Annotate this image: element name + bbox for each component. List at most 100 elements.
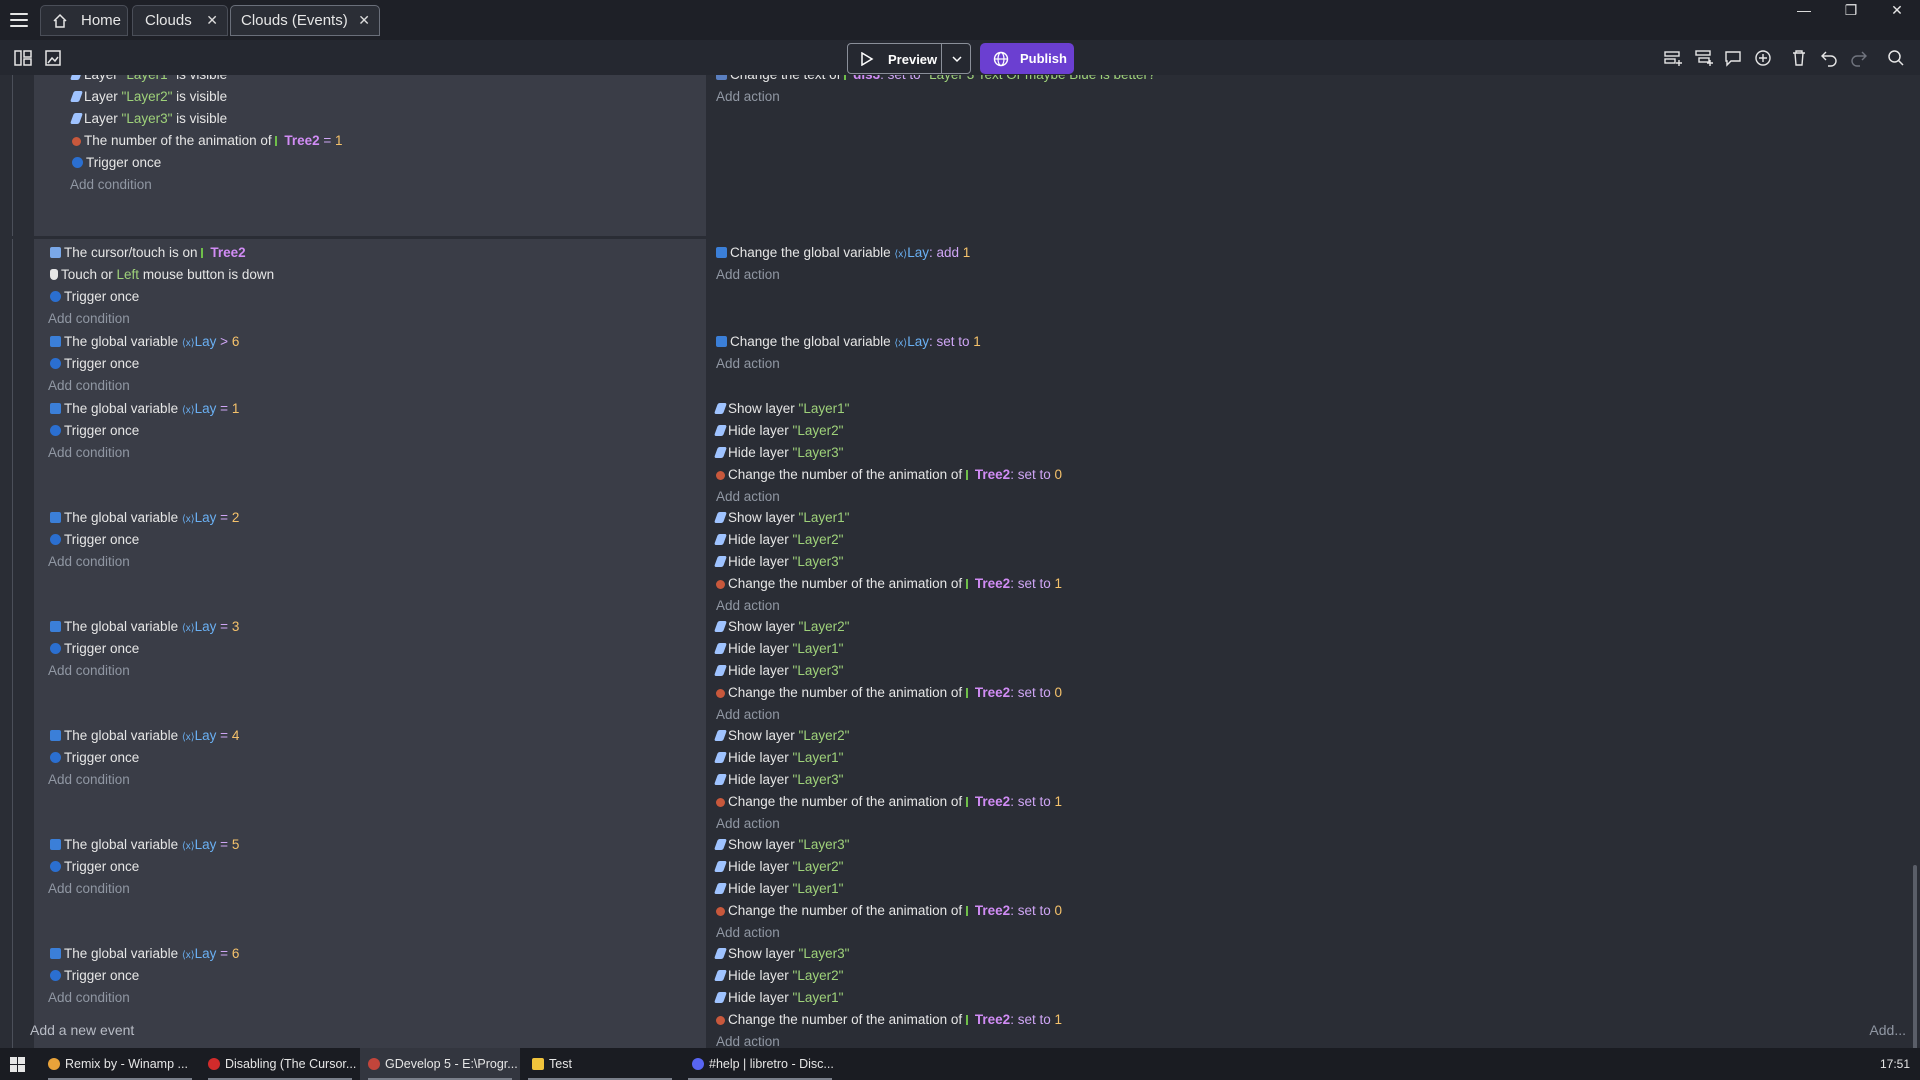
add-condition-link[interactable]: Add condition xyxy=(48,879,130,899)
action-row[interactable]: Change the number of the animation of Tr… xyxy=(716,465,1062,485)
add-condition-link[interactable]: Add condition xyxy=(48,552,130,572)
taskbar-item-winamp[interactable]: Remix by - Winamp ... xyxy=(40,1048,200,1080)
add-condition-link[interactable]: Add condition xyxy=(48,770,130,790)
text-part[interactable]: Lay xyxy=(907,334,929,349)
add-condition-link[interactable]: Add condition xyxy=(48,661,130,681)
action-row[interactable]: Hide layer "Layer3" xyxy=(713,443,843,463)
minimize-icon[interactable]: — xyxy=(1790,2,1818,22)
action-row[interactable]: Change the number of the animation of Tr… xyxy=(716,683,1062,703)
condition-row[interactable]: The global variable ⟨x⟩Lay = 4 xyxy=(50,726,239,746)
add-sub-event-icon[interactable] xyxy=(1694,48,1714,68)
event-block[interactable]: The global variable ⟨x⟩Lay = 3 Trigger on… xyxy=(12,613,1898,722)
event-sheet[interactable]: Layer "Layer1" is visibleLayer "Layer2" … xyxy=(0,75,1920,1048)
action-row[interactable]: Hide layer "Layer1" xyxy=(713,639,843,659)
condition-row[interactable]: Trigger once xyxy=(72,153,161,173)
text-part[interactable]: Tree2 xyxy=(975,467,1010,482)
action-row[interactable]: Change the number of the animation of Tr… xyxy=(716,901,1062,921)
action-row[interactable]: Show layer "Layer1" xyxy=(713,508,849,528)
condition-row[interactable]: The number of the animation of Tree2 = 1 xyxy=(72,131,343,151)
tab-clouds[interactable]: Clouds ✕ xyxy=(132,5,228,36)
action-row[interactable]: Show layer "Layer2" xyxy=(713,617,849,637)
action-row[interactable]: Show layer "Layer3" xyxy=(713,835,849,855)
text-part[interactable]: Lay xyxy=(195,946,217,961)
close-window-icon[interactable]: ✕ xyxy=(1883,2,1911,22)
conditions-panel[interactable]: The global variable ⟨x⟩Lay = 6 Trigger on… xyxy=(34,940,706,1048)
action-row[interactable]: Change the number of the animation of Tr… xyxy=(716,792,1062,812)
actions-panel[interactable]: Show layer "Layer3" Hide layer "Layer2" Hi… xyxy=(706,940,1898,1048)
condition-row[interactable]: Trigger once xyxy=(50,966,139,986)
action-row[interactable]: Show layer "Layer1" xyxy=(713,399,849,419)
actions-panel[interactable]: Show layer "Layer1" Hide layer "Layer2" Hi… xyxy=(706,395,1898,504)
menu-icon[interactable] xyxy=(8,10,30,30)
event-block[interactable]: The global variable ⟨x⟩Lay = 1 Trigger on… xyxy=(12,395,1898,504)
condition-row[interactable]: The global variable ⟨x⟩Lay = 5 xyxy=(50,835,239,855)
event-block[interactable]: The global variable ⟨x⟩Lay = 4 Trigger on… xyxy=(12,722,1898,831)
actions-panel[interactable]: Change the global variable ⟨x⟩Lay: set t… xyxy=(706,328,1898,395)
text-part[interactable]: Tree2 xyxy=(210,245,245,260)
add-event-icon[interactable] xyxy=(1663,48,1683,68)
add-action-link[interactable]: Add action xyxy=(716,1032,780,1048)
conditions-panel[interactable]: The global variable ⟨x⟩Lay = 3 Trigger on… xyxy=(34,613,706,722)
condition-row[interactable]: Trigger once xyxy=(50,857,139,877)
actions-panel[interactable]: Show layer "Layer3" Hide layer "Layer2" Hi… xyxy=(706,831,1898,940)
condition-row[interactable]: Touch or Left mouse button is down xyxy=(50,265,274,285)
condition-row[interactable]: The global variable ⟨x⟩Lay = 1 xyxy=(50,399,239,419)
action-row[interactable]: Hide layer "Layer2" xyxy=(713,857,843,877)
text-part[interactable]: Tree2 xyxy=(975,576,1010,591)
action-row[interactable]: Hide layer "Layer1" xyxy=(713,988,843,1008)
text-part[interactable]: Lay xyxy=(195,510,217,525)
condition-row[interactable]: The cursor/touch is on Tree2 xyxy=(50,243,246,263)
text-part[interactable]: Tree2 xyxy=(975,685,1010,700)
text-part[interactable]: Lay xyxy=(907,245,929,260)
action-row[interactable]: Hide layer "Layer1" xyxy=(713,879,843,899)
publish-button[interactable]: Publish xyxy=(980,43,1074,74)
action-row[interactable]: Hide layer "Layer2" xyxy=(713,530,843,550)
close-icon[interactable]: ✕ xyxy=(206,6,218,35)
image-icon[interactable] xyxy=(43,48,63,68)
action-row[interactable]: Hide layer "Layer1" xyxy=(713,748,843,768)
conditions-panel[interactable]: The global variable ⟨x⟩Lay = 5 Trigger on… xyxy=(34,831,706,940)
panels-icon[interactable] xyxy=(13,48,33,68)
action-row[interactable]: Hide layer "Layer2" xyxy=(713,966,843,986)
event-block[interactable]: The global variable ⟨x⟩Lay = 6 Trigger on… xyxy=(12,940,1898,1048)
actions-panel[interactable]: Show layer "Layer2" Hide layer "Layer1" Hi… xyxy=(706,613,1898,722)
add-condition-link[interactable]: Add condition xyxy=(48,376,130,396)
condition-row[interactable]: The global variable ⟨x⟩Lay = 6 xyxy=(50,944,239,964)
undo-icon[interactable] xyxy=(1819,48,1839,68)
restore-icon[interactable]: ❐ xyxy=(1837,2,1865,22)
condition-row[interactable]: Trigger once xyxy=(50,421,139,441)
windows-start-icon[interactable] xyxy=(10,1057,25,1072)
action-row[interactable]: Change the number of the animation of Tr… xyxy=(716,1010,1062,1030)
condition-row[interactable]: Trigger once xyxy=(50,287,139,307)
text-part[interactable]: Tree2 xyxy=(975,794,1010,809)
tab-home[interactable]: Home xyxy=(40,5,128,36)
conditions-panel[interactable]: Layer "Layer1" is visibleLayer "Layer2" … xyxy=(34,75,706,236)
text-part[interactable]: Lay xyxy=(195,837,217,852)
event-block[interactable]: The global variable ⟨x⟩Lay > 6 Trigger on… xyxy=(12,328,1898,396)
text-part[interactable]: Lay xyxy=(195,401,217,416)
text-part[interactable]: Lay xyxy=(195,728,217,743)
condition-row[interactable]: Layer "Layer1" is visible xyxy=(69,75,227,85)
text-part[interactable]: Lay xyxy=(195,619,217,634)
condition-row[interactable]: The global variable ⟨x⟩Lay > 6 xyxy=(50,332,239,352)
tab-clouds-events[interactable]: Clouds (Events) ✕ xyxy=(230,5,380,36)
taskbar-item-discord[interactable]: #help | libretro - Disc... xyxy=(680,1048,840,1080)
action-row[interactable]: Hide layer "Layer2" xyxy=(713,421,843,441)
taskbar-item-browser[interactable]: Disabling (The Cursor... xyxy=(200,1048,360,1080)
action-row[interactable]: Hide layer "Layer3" xyxy=(713,552,843,572)
actions-panel[interactable]: Show layer "Layer1" Hide layer "Layer2" Hi… xyxy=(706,504,1898,613)
condition-row[interactable]: The global variable ⟨x⟩Lay = 2 xyxy=(50,508,239,528)
text-part[interactable]: Tree2 xyxy=(284,133,319,148)
event-block[interactable]: Layer "Layer1" is visibleLayer "Layer2" … xyxy=(12,75,1898,236)
action-row[interactable]: Change the global variable ⟨x⟩Lay: add 1 xyxy=(716,243,970,263)
text-part[interactable]: Tree2 xyxy=(975,903,1010,918)
action-row[interactable]: Change the global variable ⟨x⟩Lay: set t… xyxy=(716,332,981,352)
add-condition-link[interactable]: Add condition xyxy=(70,175,152,195)
text-part[interactable]: Lay xyxy=(195,334,217,349)
actions-panel[interactable]: Change the global variable ⟨x⟩Lay: add 1… xyxy=(706,239,1898,328)
preview-button[interactable]: Preview xyxy=(847,43,942,74)
action-row[interactable]: Hide layer "Layer3" xyxy=(713,661,843,681)
action-row[interactable]: Change the number of the animation of Tr… xyxy=(716,574,1062,594)
add-circle-icon[interactable] xyxy=(1753,48,1773,68)
actions-panel[interactable]: Show layer "Layer2" Hide layer "Layer1" Hi… xyxy=(706,722,1898,831)
